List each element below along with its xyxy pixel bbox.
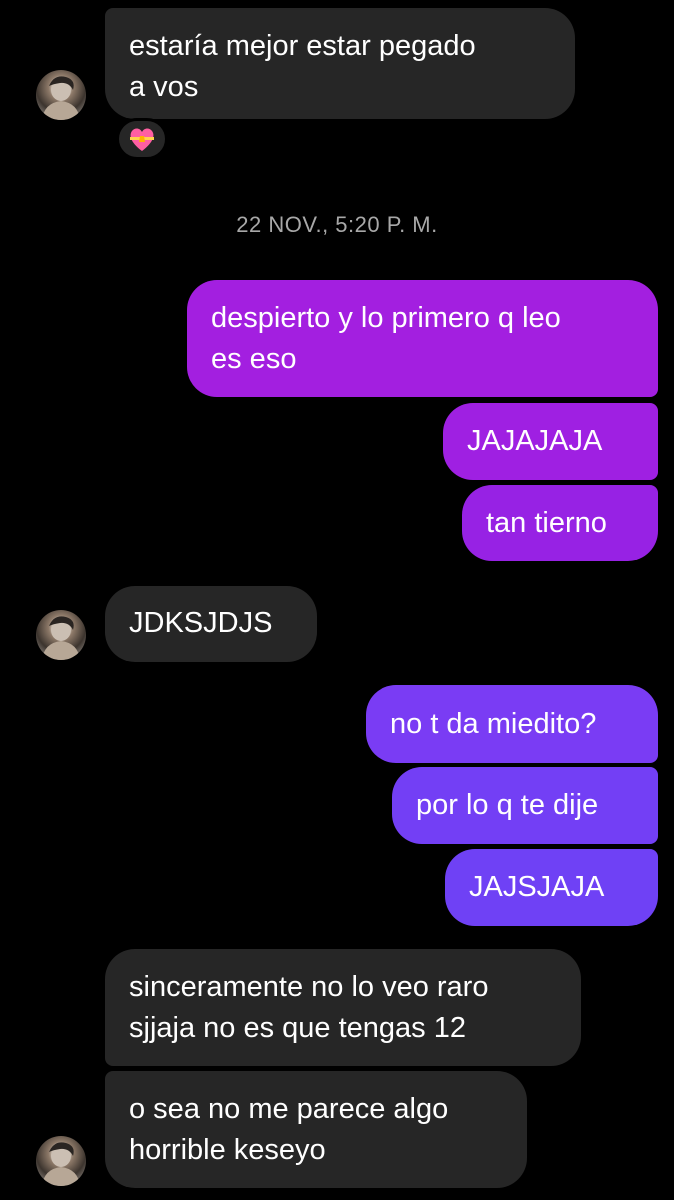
incoming-message[interactable]: estaría mejor estar pegado a vos (105, 8, 575, 119)
incoming-message[interactable]: JDKSJDJS (105, 586, 317, 662)
incoming-message[interactable]: o sea no me parece algo horrible keseyo (105, 1071, 527, 1188)
outgoing-message[interactable]: no t da miedito? (366, 685, 658, 763)
contact-avatar[interactable] (36, 1136, 86, 1186)
incoming-message[interactable]: sinceramente no lo veo raro sjjaja no es… (105, 949, 581, 1066)
outgoing-message[interactable]: JAJSJAJA (445, 849, 658, 926)
heart-with-ribbon-icon (130, 128, 154, 151)
outgoing-message[interactable]: tan tierno (462, 485, 658, 561)
message-reaction[interactable] (116, 118, 168, 160)
outgoing-message[interactable]: JAJAJAJA (443, 403, 658, 480)
contact-avatar[interactable] (36, 610, 86, 660)
outgoing-message[interactable]: despierto y lo primero q leo es eso (187, 280, 658, 397)
outgoing-message[interactable]: por lo q te dije (392, 767, 658, 844)
timestamp: 22 NOV., 5:20 P. M. (236, 212, 438, 237)
contact-avatar[interactable] (36, 70, 86, 120)
